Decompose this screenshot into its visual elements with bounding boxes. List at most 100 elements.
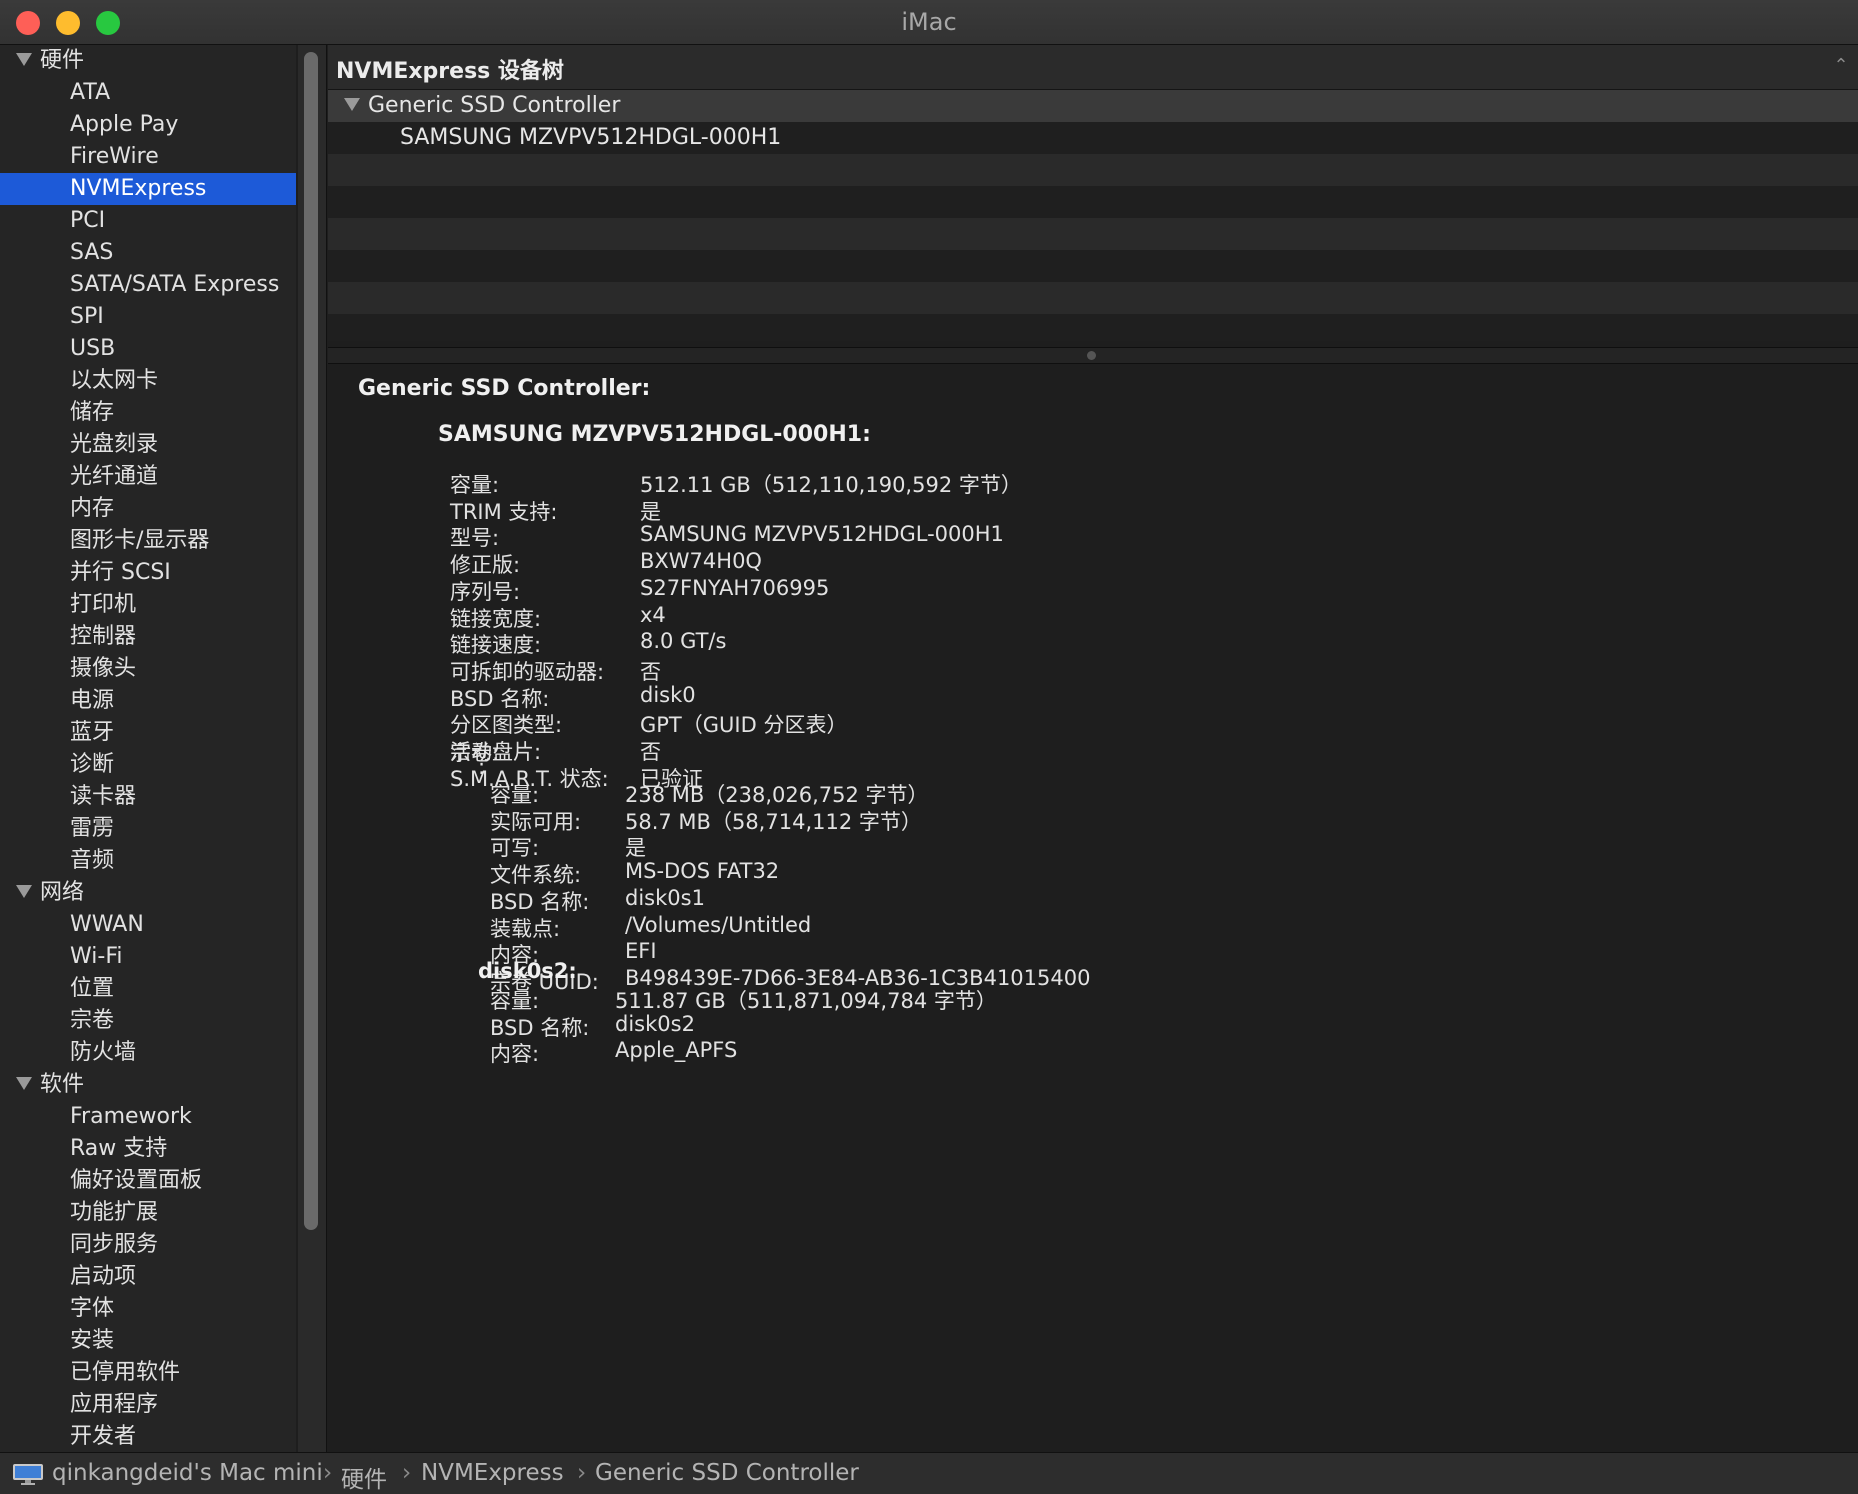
sidebar-item[interactable]: 同步服务 — [0, 1229, 296, 1261]
sidebar-item[interactable]: 功能扩展 — [0, 1197, 296, 1229]
tree-row-empty — [328, 282, 1858, 314]
sidebar-item[interactable]: 诊断 — [0, 749, 296, 781]
sidebar-item[interactable]: 电源 — [0, 685, 296, 717]
sidebar-item[interactable]: Apple Pay — [0, 109, 296, 141]
property-row: 分区图类型: GPT（GUID 分区表） — [450, 709, 1650, 737]
sidebar-item[interactable]: 位置 — [0, 973, 296, 1005]
breadcrumb-separator: › — [402, 1460, 412, 1486]
sidebar-item[interactable]: USB — [0, 333, 296, 365]
sidebar-scrollbar-thumb[interactable] — [304, 52, 318, 1230]
sidebar-item[interactable]: 启动项 — [0, 1261, 296, 1293]
sidebar-item[interactable]: 宗卷 — [0, 1005, 296, 1037]
device-heading: SAMSUNG MZVPV512HDGL-000H1: — [438, 422, 871, 447]
property-row: 容量: 512.11 GB（512,110,190,592 字节） — [450, 469, 1650, 497]
sidebar-item[interactable]: 防火墙 — [0, 1037, 296, 1069]
chevron-up-icon[interactable]: ⌃ — [1830, 57, 1852, 75]
tree-row-empty — [328, 218, 1858, 250]
sidebar-item[interactable]: Raw 支持 — [0, 1133, 296, 1165]
property-value: 是 — [640, 499, 661, 524]
pane-divider[interactable] — [326, 45, 327, 1452]
sidebar-section-label: 硬件 — [40, 48, 85, 73]
sidebar-item[interactable]: 控制器 — [0, 621, 296, 653]
sidebar-item[interactable]: SAS — [0, 237, 296, 269]
content-pane: NVMExpress 设备树 ⌃ Generic SSD Controller … — [328, 45, 1858, 1452]
sidebar-item[interactable]: 储存 — [0, 397, 296, 429]
property-label: 内容: — [490, 1042, 540, 1067]
detail-pane: Generic SSD Controller: SAMSUNG MZVPV512… — [328, 365, 1858, 1452]
property-row: 链接速度: 8.0 GT/s — [450, 629, 1650, 657]
breadcrumb-separator: › — [577, 1460, 587, 1486]
tree-row-device[interactable]: SAMSUNG MZVPV512HDGL-000H1 — [328, 122, 1858, 154]
sidebar-item[interactable]: 打印机 — [0, 589, 296, 621]
breadcrumb-controller[interactable]: Generic SSD Controller — [595, 1460, 859, 1486]
sidebar-item[interactable]: 开发者 — [0, 1421, 296, 1452]
property-value: 238 MB（238,026,752 字节） — [625, 783, 929, 807]
sidebar-item[interactable]: SATA/SATA Express — [0, 269, 296, 301]
sidebar-item[interactable]: 已停用软件 — [0, 1357, 296, 1389]
device-tree-title: NVMExpress 设备树 — [336, 59, 564, 84]
sidebar-item[interactable]: 蓝牙 — [0, 717, 296, 749]
sidebar-item[interactable]: ATA — [0, 77, 296, 109]
sidebar-item[interactable]: Wi-Fi — [0, 941, 296, 973]
breadcrumb-computer[interactable]: qinkangdeid's Mac mini — [52, 1460, 323, 1486]
property-row: 容量: 238 MB（238,026,752 字节） — [490, 779, 1690, 807]
property-label: 文件系统: — [490, 863, 582, 888]
property-label: BSD 名称: — [490, 889, 590, 914]
imac-icon — [13, 1464, 43, 1485]
property-row: 文件系统: MS-DOS FAT32 — [490, 859, 1690, 887]
sidebar-item[interactable]: 摄像头 — [0, 653, 296, 685]
sidebar-item[interactable]: 图形卡/显示器 — [0, 525, 296, 557]
sidebar-item[interactable]: 音频 — [0, 845, 296, 877]
property-label: 可拆卸的驱动器: — [450, 659, 605, 684]
sidebar-item[interactable]: 安装 — [0, 1325, 296, 1357]
property-row: 容量: 511.87 GB（511,871,094,784 字节） — [490, 985, 1690, 1013]
disclosure-triangle-icon[interactable] — [16, 1076, 32, 1090]
property-value: GPT（GUID 分区表） — [640, 713, 848, 738]
sidebar-item[interactable]: 应用程序 — [0, 1389, 296, 1421]
system-information-window: iMac 硬件 ATA Apple Pay FireWire NVMExpress PCI… — [0, 0, 1858, 1494]
property-value: disk0 — [640, 682, 696, 707]
sidebar-item[interactable]: 以太网卡 — [0, 365, 296, 397]
breadcrumb-nvmexpress[interactable]: NVMExpress — [421, 1460, 564, 1486]
property-label: 容量: — [490, 783, 540, 807]
sidebar-section-software[interactable]: 软件 — [0, 1069, 296, 1101]
sidebar-item[interactable]: WWAN — [0, 909, 296, 941]
pane-splitter[interactable] — [328, 347, 1858, 364]
disclosure-triangle-icon[interactable] — [344, 97, 360, 111]
sidebar-item[interactable]: 偏好设置面板 — [0, 1165, 296, 1197]
sidebar-section-network[interactable]: 网络 — [0, 877, 296, 909]
sidebar-item[interactable]: PCI — [0, 205, 296, 237]
disclosure-triangle-icon[interactable] — [16, 884, 32, 898]
property-row: 可拆卸的驱动器: 否 — [450, 656, 1650, 684]
property-row: 修正版: BXW74H0Q — [450, 549, 1650, 577]
sidebar-item[interactable]: 光纤通道 — [0, 461, 296, 493]
sidebar-section-label: 网络 — [40, 880, 85, 905]
property-value: BXW74H0Q — [640, 549, 762, 574]
sidebar-item[interactable]: NVMExpress — [0, 173, 296, 205]
sidebar-item[interactable]: 字体 — [0, 1293, 296, 1325]
splitter-handle-icon[interactable] — [1087, 351, 1096, 360]
property-row: 链接宽度: x4 — [450, 603, 1650, 631]
breadcrumb-hardware[interactable]: 硬件 — [341, 1460, 387, 1494]
sidebar-item[interactable]: 内存 — [0, 493, 296, 525]
tree-row-controller[interactable]: Generic SSD Controller — [328, 90, 1858, 122]
sidebar-item[interactable]: 并行 SCSI — [0, 557, 296, 589]
sidebar-item[interactable]: 读卡器 — [0, 781, 296, 813]
sidebar-item[interactable]: 光盘刻录 — [0, 429, 296, 461]
property-row: 型号: SAMSUNG MZVPV512HDGL-000H1 — [450, 522, 1650, 550]
property-label: 实际可用: — [490, 809, 582, 834]
property-value: 8.0 GT/s — [640, 629, 727, 654]
tree-controller-label: Generic SSD Controller — [368, 93, 621, 118]
sidebar-item[interactable]: Framework — [0, 1101, 296, 1133]
sidebar-item[interactable]: 雷雳 — [0, 813, 296, 845]
property-label: BSD 名称: — [490, 1015, 590, 1040]
sidebar-item[interactable]: SPI — [0, 301, 296, 333]
property-value: 否 — [640, 740, 661, 764]
tree-row-empty — [328, 314, 1858, 341]
disclosure-triangle-icon[interactable] — [16, 52, 32, 66]
property-label: 链接宽度: — [450, 606, 542, 631]
sidebar-section-hardware[interactable]: 硬件 — [0, 45, 296, 77]
property-row: 内容: EFI — [490, 939, 1690, 967]
sidebar-item[interactable]: FireWire — [0, 141, 296, 173]
property-label: 修正版: — [450, 553, 521, 578]
